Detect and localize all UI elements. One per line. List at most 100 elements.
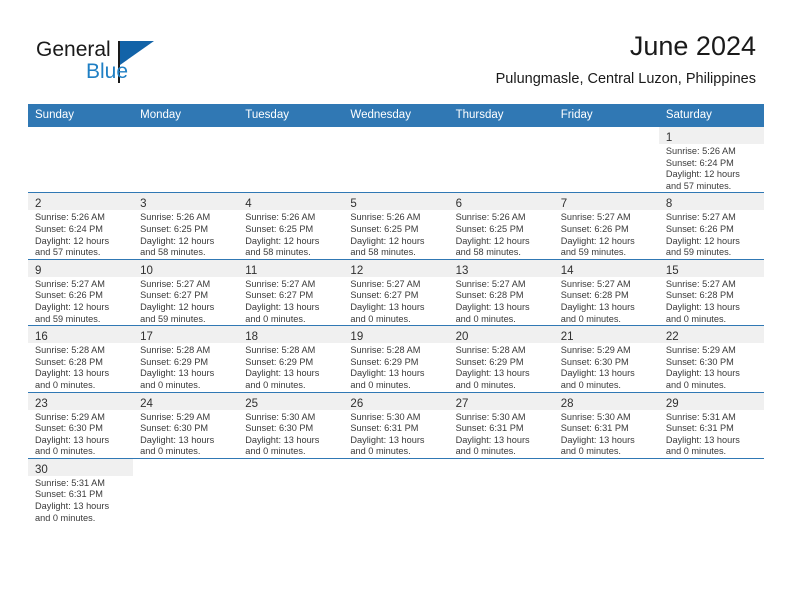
day-cell-inner: 27 Sunrise: 5:30 AM Sunset: 6:31 PM Dayligh… — [448, 392, 554, 458]
sunrise-text: Sunrise: 5:27 AM — [665, 278, 736, 289]
daylight-text: Daylight: 12 hours — [140, 301, 215, 312]
day-number-band — [343, 127, 449, 144]
day-cell-inner: 7 Sunrise: 5:27 AM Sunset: 6:26 PM Daylight… — [553, 193, 659, 258]
calendar-day-cell[interactable]: 18 Sunrise: 5:28 AM Sunset: 6:29 PM Dayligh… — [238, 325, 344, 392]
calendar-cell-empty — [553, 457, 659, 525]
weekday-header-thursday: Thursday — [448, 104, 554, 127]
brand-logo[interactable]: General Blue — [36, 38, 166, 90]
day-cell-details — [659, 476, 764, 478]
daylight-text: and 58 minutes. — [455, 247, 521, 258]
daylight-text: and 0 minutes. — [665, 313, 727, 324]
day-number: 17 — [140, 331, 153, 344]
daylight-text: and 0 minutes. — [350, 446, 411, 457]
calendar-day-cell[interactable]: 21 Sunrise: 5:29 AM Sunset: 6:30 PM Dayligh… — [553, 325, 659, 392]
calendar-day-cell[interactable]: 9 Sunrise: 5:27 AM Sunset: 6:26 PM Daylight… — [28, 258, 134, 326]
calendar-day-cell[interactable]: 5 Sunrise: 5:26 AM Sunset: 6:25 PM Daylight… — [343, 192, 449, 260]
day-number: 13 — [455, 264, 469, 277]
calendar-day-cell[interactable]: 12 Sunrise: 5:27 AM Sunset: 6:27 PM Dayligh… — [343, 258, 449, 326]
calendar-day-cell[interactable]: 25 Sunrise: 5:30 AM Sunset: 6:30 PM Dayligh… — [238, 391, 344, 459]
daylight-text: and 0 minutes. — [560, 446, 621, 457]
sunset-text: Sunset: 6:31 PM — [560, 423, 629, 434]
calendar-day-cell[interactable]: 3 Sunrise: 5:26 AM Sunset: 6:25 PM Daylight… — [133, 192, 239, 260]
sunset-text: Sunset: 6:29 PM — [350, 356, 419, 367]
sunrise-text: Sunrise: 5:30 AM — [560, 411, 631, 422]
title-block: June 2024 Pulungmasle, Central Luzon, Ph… — [496, 30, 756, 88]
calendar-day-cell[interactable]: 26 Sunrise: 5:30 AM Sunset: 6:31 PM Dayligh… — [343, 391, 449, 459]
calendar-day-cell[interactable]: 17 Sunrise: 5:28 AM Sunset: 6:29 PM Dayligh… — [133, 325, 239, 392]
day-number-band: 15 — [658, 259, 764, 277]
sunrise-text: Sunrise: 5:26 AM — [245, 212, 316, 223]
calendar-day-cell[interactable]: 27 Sunrise: 5:30 AM Sunset: 6:31 PM Dayligh… — [448, 391, 554, 459]
calendar-cell-empty — [28, 125, 134, 193]
calendar-day-cell[interactable]: 4 Sunrise: 5:26 AM Sunset: 6:25 PM Daylight… — [238, 192, 344, 260]
day-cell-inner: 20 Sunrise: 5:28 AM Sunset: 6:29 PM Dayligh… — [448, 326, 554, 391]
daylight-text: Daylight: 12 hours — [245, 235, 320, 246]
day-cell-inner — [553, 127, 659, 192]
calendar-cell-empty — [658, 457, 764, 525]
day-cell-inner: 28 Sunrise: 5:30 AM Sunset: 6:31 PM Dayligh… — [553, 392, 659, 458]
calendar-day-cell[interactable]: 1 Sunrise: 5:26 AM Sunset: 6:24 PM Daylight… — [658, 125, 764, 193]
daylight-text: and 57 minutes. — [665, 180, 732, 191]
calendar-day-cell[interactable]: 19 Sunrise: 5:28 AM Sunset: 6:29 PM Dayligh… — [343, 325, 449, 392]
weekday-header-wednesday: Wednesday — [343, 104, 449, 127]
day-cell-inner: 16 Sunrise: 5:28 AM Sunset: 6:28 PM Dayligh… — [28, 326, 134, 391]
day-cell-details: Sunrise: 5:30 AM Sunset: 6:31 PM Daylight:… — [554, 410, 659, 458]
day-cell-inner — [343, 458, 449, 524]
daylight-text: Daylight: 12 hours — [665, 235, 740, 246]
calendar-day-cell[interactable]: 7 Sunrise: 5:27 AM Sunset: 6:26 PM Daylight… — [553, 192, 659, 260]
day-number: 27 — [455, 397, 469, 410]
calendar-day-cell[interactable]: 14 Sunrise: 5:27 AM Sunset: 6:28 PM Dayligh… — [553, 258, 659, 326]
day-number-band: 3 — [133, 193, 239, 211]
day-number-band: 7 — [553, 193, 659, 211]
calendar-day-cell[interactable]: 6 Sunrise: 5:26 AM Sunset: 6:25 PM Daylight… — [448, 192, 554, 260]
day-cell-inner: 8 Sunrise: 5:27 AM Sunset: 6:26 PM Daylight… — [658, 193, 764, 258]
day-number: 29 — [665, 397, 679, 410]
day-number-band: 28 — [553, 392, 659, 410]
day-number: 2 — [35, 198, 42, 211]
sunrise-text: Sunrise: 5:29 AM — [665, 345, 736, 356]
day-cell-details: Sunrise: 5:27 AM Sunset: 6:27 PM Daylight:… — [343, 277, 448, 325]
calendar-day-cell[interactable]: 15 Sunrise: 5:27 AM Sunset: 6:28 PM Dayligh… — [658, 258, 764, 326]
calendar-day-cell[interactable]: 28 Sunrise: 5:30 AM Sunset: 6:31 PM Dayligh… — [553, 391, 659, 459]
sunset-text: Sunset: 6:29 PM — [455, 356, 524, 367]
daylight-text: Daylight: 13 hours — [35, 501, 110, 512]
calendar-day-cell[interactable]: 11 Sunrise: 5:27 AM Sunset: 6:27 PM Dayligh… — [238, 258, 344, 326]
calendar-day-cell[interactable]: 16 Sunrise: 5:28 AM Sunset: 6:28 PM Dayligh… — [28, 325, 134, 392]
day-number: 18 — [245, 331, 259, 344]
day-number-band: 10 — [133, 259, 239, 277]
day-cell-details: Sunrise: 5:28 AM Sunset: 6:29 PM Daylight:… — [343, 343, 448, 391]
sunrise-text: Sunrise: 5:26 AM — [140, 212, 211, 223]
weekday-header-saturday: Saturday — [658, 104, 764, 127]
daylight-text: and 59 minutes. — [140, 313, 206, 324]
calendar-day-cell[interactable]: 22 Sunrise: 5:29 AM Sunset: 6:30 PM Dayligh… — [658, 325, 764, 392]
calendar-day-cell[interactable]: 13 Sunrise: 5:27 AM Sunset: 6:28 PM Dayligh… — [448, 258, 554, 326]
calendar-day-cell[interactable]: 30 Sunrise: 5:31 AM Sunset: 6:31 PM Dayligh… — [28, 457, 134, 525]
day-cell-details — [343, 476, 448, 478]
calendar-day-cell[interactable]: 8 Sunrise: 5:27 AM Sunset: 6:26 PM Daylight… — [658, 192, 764, 260]
sunset-text: Sunset: 6:30 PM — [35, 423, 103, 434]
daylight-text: Daylight: 13 hours — [350, 434, 425, 445]
day-number: 16 — [35, 331, 48, 344]
daylight-text: and 0 minutes. — [665, 379, 727, 390]
day-cell-details — [554, 144, 659, 146]
sunrise-text: Sunrise: 5:27 AM — [560, 278, 631, 289]
calendar-day-cell[interactable]: 20 Sunrise: 5:28 AM Sunset: 6:29 PM Dayligh… — [448, 325, 554, 392]
daylight-text: Daylight: 13 hours — [35, 368, 110, 379]
calendar-day-cell[interactable]: 29 Sunrise: 5:31 AM Sunset: 6:31 PM Dayligh… — [658, 391, 764, 459]
day-cell-details: Sunrise: 5:29 AM Sunset: 6:30 PM Daylight:… — [554, 343, 659, 391]
day-cell-details: Sunrise: 5:30 AM Sunset: 6:31 PM Daylight:… — [343, 410, 448, 458]
day-number-band — [448, 458, 554, 476]
sunrise-text: Sunrise: 5:29 AM — [560, 345, 631, 356]
weekday-header-row: Sunday Monday Tuesday Wednesday Thursday Frid… — [28, 104, 764, 127]
calendar-day-cell[interactable]: 24 Sunrise: 5:29 AM Sunset: 6:30 PM Dayligh… — [133, 391, 239, 459]
calendar-day-cell[interactable]: 23 Sunrise: 5:29 AM Sunset: 6:30 PM Dayligh… — [28, 391, 134, 459]
day-cell-details: Sunrise: 5:31 AM Sunset: 6:31 PM Daylight:… — [28, 476, 133, 524]
calendar-week-row: 16 Sunrise: 5:28 AM Sunset: 6:28 PM Dayligh… — [28, 325, 764, 392]
calendar-cell-empty — [238, 457, 344, 525]
day-cell-inner: 18 Sunrise: 5:28 AM Sunset: 6:29 PM Dayligh… — [238, 326, 344, 391]
daylight-text: and 0 minutes. — [455, 313, 516, 324]
calendar-day-cell[interactable]: 10 Sunrise: 5:27 AM Sunset: 6:27 PM Dayligh… — [133, 258, 239, 326]
day-cell-inner: 6 Sunrise: 5:26 AM Sunset: 6:25 PM Daylight… — [448, 193, 554, 258]
calendar-day-cell[interactable]: 2 Sunrise: 5:26 AM Sunset: 6:24 PM Daylight… — [28, 192, 134, 260]
day-number-band: 13 — [448, 259, 554, 277]
